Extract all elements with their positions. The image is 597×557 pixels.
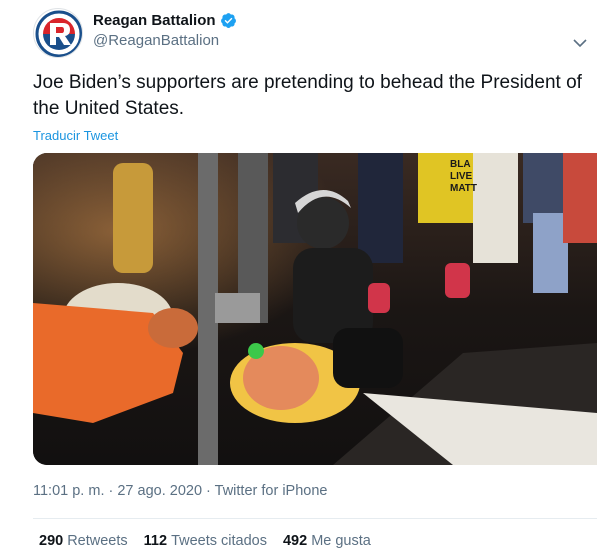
quotes-stat[interactable]: 112 Tweets citados [144,533,267,549]
tweet-header: Reagan Battalion @ReaganBattalion [33,8,593,58]
likes-label: Me gusta [311,533,371,549]
tweet-text: Joe Biden’s supporters are pretending to… [33,72,582,119]
retweets-label: Retweets [67,533,128,549]
user-handle[interactable]: @ReaganBattalion [93,32,237,49]
reagan-battalion-logo-icon [35,10,82,57]
sign-text-3: MATT [450,183,477,194]
meta-separator: · [206,483,215,499]
display-name[interactable]: Reagan Battalion [93,12,216,29]
tweet-timestamp[interactable]: 11:01 p. m. · 27 ago. 2020 [33,483,202,499]
likes-count: 492 [282,533,308,549]
divider [33,518,597,519]
chevron-down-icon[interactable] [573,38,587,48]
avatar[interactable] [33,8,83,58]
video-frame: BLA LIVE MATT [33,153,597,465]
sign-text-1: BLA [450,159,471,170]
tweet-video[interactable]: BLA LIVE MATT [33,153,597,465]
tweet-client[interactable]: Twitter for iPhone [215,483,328,499]
tweet-meta: 11:01 p. m. · 27 ago. 2020 · Twitter for… [33,483,327,499]
sign-text-2: LIVE [450,171,473,182]
retweets-count: 290 [39,533,64,549]
likes-stat[interactable]: 492 Me gusta [283,533,371,549]
retweets-stat[interactable]: 290 Retweets [39,533,128,549]
quotes-label: Tweets citados [171,533,267,549]
tweet-stats: 290 Retweets 112 Tweets citados 492 Me gust… [39,533,371,549]
quotes-count: 112 [143,533,168,549]
verified-badge-icon [220,13,236,28]
translate-tweet-link[interactable]: Traducir Tweet [33,128,118,143]
